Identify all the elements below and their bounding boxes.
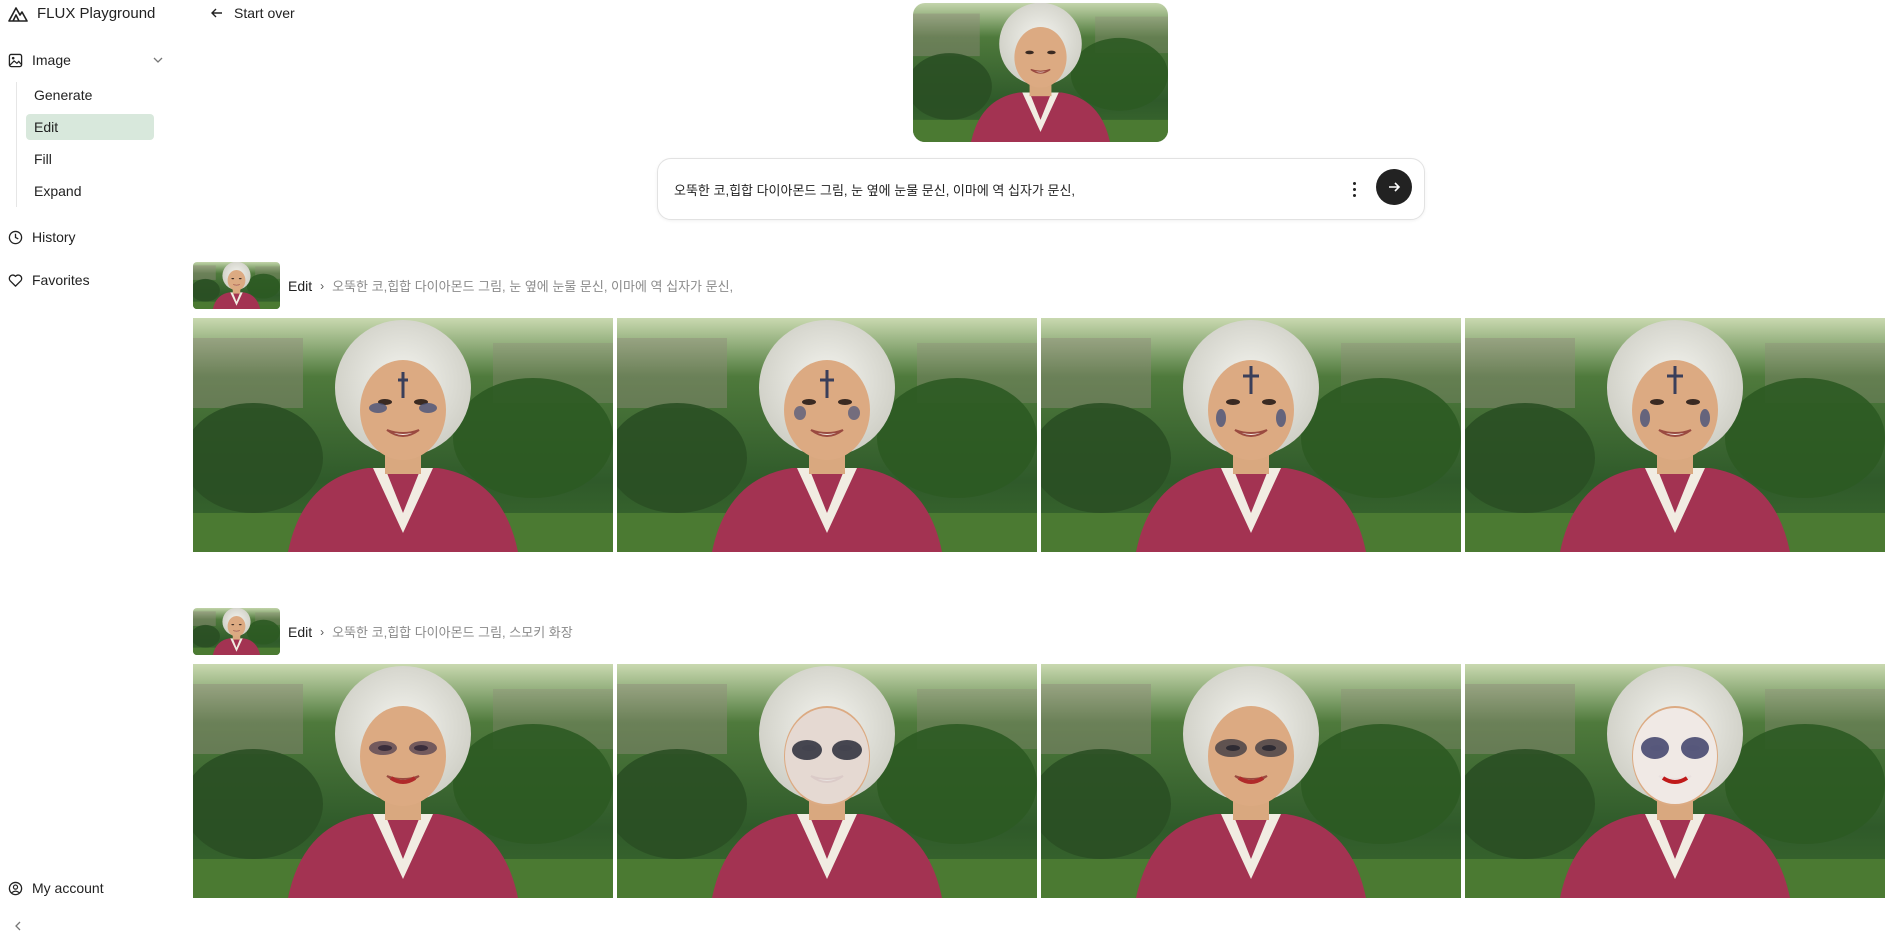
start-over-button[interactable]: Start over (210, 5, 295, 21)
sidebar-item-fill[interactable]: Fill (26, 146, 154, 172)
group-thumbnail[interactable] (193, 608, 280, 655)
chevron-right-icon: › (320, 278, 325, 293)
app-logo[interactable]: FLUX Playground (8, 5, 155, 22)
breadcrumb-edit[interactable]: Edit (288, 278, 312, 294)
arrow-left-icon (211, 8, 222, 18)
sidebar-group-image[interactable]: Image (8, 52, 168, 68)
sidebar-item-my-account[interactable]: My account (8, 880, 104, 896)
result-image[interactable] (193, 318, 613, 552)
image-icon (8, 53, 23, 68)
prompt-input[interactable]: 오뚝한 코,힙합 다이아몬드 그림, 눈 옆에 눈물 문신, 이마에 역 십자가… (674, 180, 1075, 199)
group-prompt: 오뚝한 코,힙합 다이아몬드 그림, 스모키 화장 (332, 625, 573, 640)
favorites-label: Favorites (32, 272, 90, 288)
clock-icon (8, 230, 23, 245)
result-image[interactable] (617, 664, 1037, 898)
sidebar: FLUX Playground Image Generate Edit Fill… (0, 0, 180, 933)
app-title: FLUX Playground (37, 5, 156, 22)
group-thumbnail[interactable] (193, 262, 280, 309)
sidebar-item-favorites[interactable]: Favorites (8, 272, 90, 288)
result-image[interactable] (1465, 318, 1885, 552)
result-image[interactable] (617, 318, 1037, 552)
result-image[interactable] (1041, 664, 1461, 898)
sidebar-item-edit[interactable]: Edit (26, 114, 154, 140)
sidebar-subnav: Generate Edit Fill Expand (26, 82, 154, 210)
edit-group-header: Edit › 오뚝한 코,힙합 다이아몬드 그림, 스모키 화장 (193, 608, 573, 655)
history-label: History (32, 229, 76, 245)
chevron-down-icon (152, 54, 164, 66)
sidebar-item-generate[interactable]: Generate (26, 82, 154, 108)
sidebar-group-label: Image (32, 52, 71, 68)
sidebar-item-expand[interactable]: Expand (26, 178, 154, 204)
chevron-right-icon: › (320, 624, 325, 639)
result-grid-2 (193, 664, 1885, 898)
sidebar-item-history[interactable]: History (8, 229, 76, 245)
edit-group-header: Edit › 오뚝한 코,힙합 다이아몬드 그림, 눈 옆에 눈물 문신, 이마… (193, 262, 733, 309)
result-image[interactable] (1041, 318, 1461, 552)
my-account-label: My account (32, 880, 104, 896)
arrow-right-icon (1389, 182, 1401, 192)
group-prompt: 오뚝한 코,힙합 다이아몬드 그림, 눈 옆에 눈물 문신, 이마에 역 십자가… (332, 279, 734, 294)
collapse-sidebar-icon[interactable] (12, 920, 26, 934)
source-image[interactable] (913, 3, 1168, 142)
result-image[interactable] (1465, 664, 1885, 898)
start-over-label: Start over (234, 5, 295, 21)
user-circle-icon (8, 881, 23, 896)
subnav-divider (16, 82, 17, 207)
breadcrumb-edit[interactable]: Edit (288, 624, 312, 640)
more-options-icon[interactable] (1346, 179, 1362, 199)
result-grid-1 (193, 318, 1885, 552)
flux-logo-icon (8, 6, 28, 22)
prompt-input-box[interactable]: 오뚝한 코,힙합 다이아몬드 그림, 눈 옆에 눈물 문신, 이마에 역 십자가… (657, 158, 1425, 220)
result-image[interactable] (193, 664, 613, 898)
heart-icon (8, 273, 23, 288)
submit-button[interactable] (1376, 169, 1412, 205)
